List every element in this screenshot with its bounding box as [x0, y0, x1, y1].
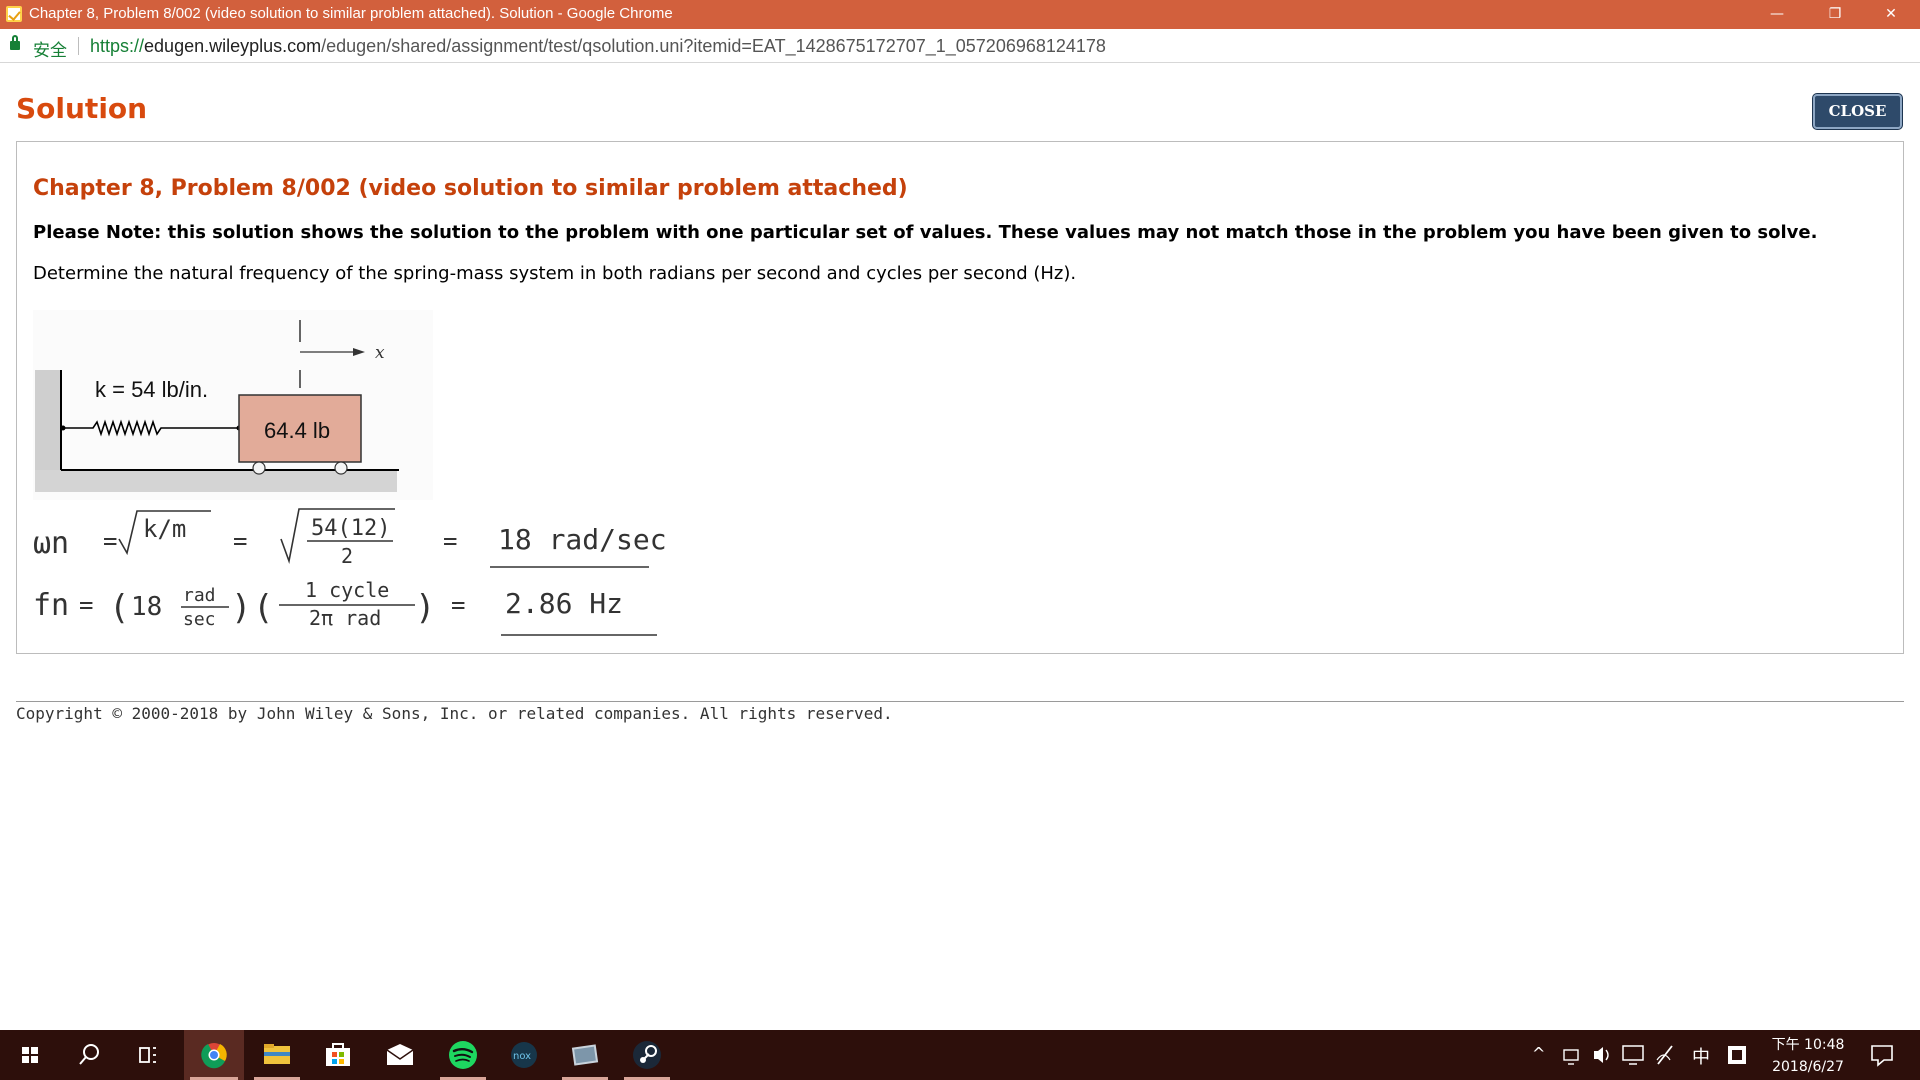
url-scheme: https://	[90, 36, 145, 56]
sec-unit: sec	[183, 609, 216, 630]
close-paren-1: )	[231, 588, 251, 628]
equals-sign-5: =	[451, 591, 465, 619]
restore-button[interactable]: ❐	[1806, 0, 1864, 29]
k-over-m: k/m	[143, 515, 186, 543]
spring-anchor-wall	[60, 425, 66, 431]
windows-start-icon[interactable]	[2, 1030, 58, 1080]
clock-date: 2018/6/27	[1772, 1059, 1844, 1075]
window-title-bar: Chapter 8, Problem 8/002 (video solution…	[0, 0, 1920, 29]
chrome-icon[interactable]	[184, 1030, 244, 1080]
numerator-54x12: 54(12)	[311, 516, 390, 541]
url-text[interactable]: https://edugen.wileyplus.com/edugen/shar…	[90, 36, 1106, 57]
equals-sign-3: =	[443, 527, 457, 555]
footer-divider	[16, 701, 1904, 702]
rad-unit: rad	[183, 585, 216, 606]
equals-sign-2: =	[233, 527, 247, 555]
magnifier-icon	[79, 1044, 99, 1065]
volume-icon[interactable]	[1590, 1030, 1616, 1080]
system-clock[interactable]: 下午 10:48 2018/6/27	[1768, 1034, 1848, 1078]
handwritten-solution: ωn = k/m = 54(12) 2 = 18 rad/sec fn = ( …	[33, 508, 667, 636]
spotify-icon[interactable]	[434, 1030, 492, 1080]
clock-time: 下午 10:48	[1771, 1037, 1845, 1053]
rate-value: 18	[131, 592, 162, 622]
problem-statement: Determine the natural frequency of the s…	[33, 263, 1077, 284]
two-pi-rad: 2π rad	[309, 606, 381, 630]
nox-label: nox	[513, 1051, 531, 1062]
close-paren-2: )	[415, 588, 435, 628]
windows-taskbar: nox ^ 中 下午 10:48 2018/6/27	[0, 1030, 1920, 1080]
show-hidden-icons-button[interactable]: ^	[1532, 1044, 1545, 1080]
file-explorer-icon[interactable]	[248, 1030, 306, 1080]
mass-label: 64.4 lb	[264, 418, 330, 443]
fn-result: 2.86 Hz	[505, 587, 623, 620]
network-icon[interactable]	[1560, 1030, 1586, 1080]
url-host: edugen.wileyplus.com	[144, 36, 322, 56]
close-window-button[interactable]: ✕	[1862, 0, 1920, 29]
display-icon[interactable]	[1620, 1030, 1648, 1080]
steam-logo-icon	[633, 1041, 661, 1069]
lock-icon	[10, 35, 20, 50]
photo-viewer-icon	[571, 1044, 599, 1066]
secure-label[interactable]: 安全	[33, 36, 67, 61]
spring-mass-figure: x k = 54 lb/in. 64.4 lb	[33, 310, 433, 500]
wheel-right	[334, 461, 348, 475]
copyright-text: Copyright © 2000-2018 by John Wiley & So…	[16, 704, 893, 723]
page-title: Solution	[16, 92, 148, 125]
action-center-icon[interactable]	[1864, 1030, 1900, 1080]
nox-icon[interactable]: nox	[496, 1030, 552, 1080]
address-separator	[78, 37, 79, 55]
steam-icon[interactable]	[618, 1030, 676, 1080]
wheel-left	[252, 461, 266, 475]
input-method-indicator[interactable]: 中	[1692, 1043, 1710, 1080]
notes-app-icon[interactable]	[1724, 1030, 1750, 1080]
omega-n-symbol: ωn	[33, 526, 69, 561]
url-path: /edugen/shared/assignment/test/qsolution…	[321, 36, 1106, 56]
chrome-logo-icon	[201, 1043, 227, 1069]
please-note-text: Please Note: this solution shows the sol…	[33, 222, 1818, 243]
x-axis-label: x	[375, 343, 385, 363]
minimize-button[interactable]: —	[1748, 0, 1806, 29]
equals-sign-4: =	[79, 591, 93, 619]
omega-result: 18 rad/sec	[498, 523, 667, 556]
pen-icon[interactable]	[1652, 1030, 1680, 1080]
spring-constant-label: k = 54 lb/in.	[95, 377, 208, 402]
close-button[interactable]: CLOSE	[1813, 94, 1902, 129]
nox-logo-icon: nox	[511, 1042, 537, 1068]
envelope-icon	[386, 1044, 414, 1065]
photos-icon[interactable]	[556, 1030, 614, 1080]
f-n-symbol: fn	[33, 588, 69, 623]
folder-icon	[264, 1044, 290, 1064]
search-icon[interactable]	[60, 1030, 116, 1080]
one-cycle: 1 cycle	[305, 578, 389, 602]
open-paren-2: (	[253, 588, 273, 628]
equals-sign-1: =	[103, 527, 117, 555]
problem-title: Chapter 8, Problem 8/002 (video solution…	[33, 176, 908, 201]
shopping-bag-icon	[326, 1043, 350, 1066]
address-bar[interactable]: 安全 https://edugen.wileyplus.com/edugen/s…	[0, 29, 1920, 63]
task-view-glyph-icon	[139, 1047, 156, 1063]
mail-icon[interactable]	[372, 1030, 428, 1080]
task-view-icon[interactable]	[120, 1030, 176, 1080]
spotify-logo-icon	[449, 1041, 477, 1069]
windows-logo-icon	[22, 1047, 38, 1063]
window-title: Chapter 8, Problem 8/002 (video solution…	[29, 5, 673, 22]
open-paren-1: (	[109, 588, 129, 628]
store-icon[interactable]	[310, 1030, 366, 1080]
denominator-2: 2	[341, 544, 353, 568]
wileyplus-favicon-icon	[6, 6, 22, 22]
